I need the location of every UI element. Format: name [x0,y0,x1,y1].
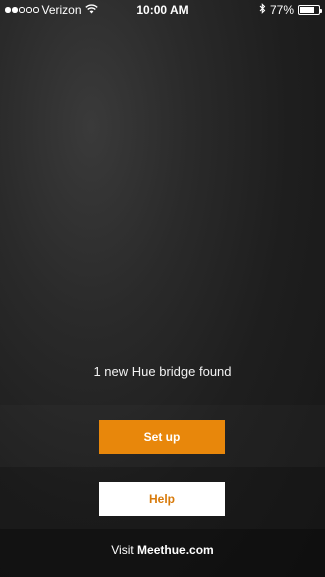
battery-percent: 77% [269,3,294,17]
setup-button[interactable]: Set up [99,420,225,454]
wifi-icon [84,3,98,17]
battery-icon [298,5,322,15]
signal-strength-icon [5,7,39,13]
footer-text: Visit Meethue.com [0,543,325,557]
help-button[interactable]: Help [99,482,225,516]
carrier-name: Verizon [41,3,82,17]
bluetooth-icon [259,3,266,17]
status-right: 77% [259,3,322,17]
footer-prefix: Visit [111,543,138,557]
bridge-found-screen: Verizon 10:00 AM 77% 1 new Hue bridge fo… [0,0,325,577]
bridge-found-message: 1 new Hue bridge found [93,364,232,379]
status-left: Verizon [5,3,98,17]
meethue-link[interactable]: Meethue.com [137,543,214,557]
status-bar: Verizon 10:00 AM 77% [0,0,325,20]
battery-fill [300,7,314,13]
